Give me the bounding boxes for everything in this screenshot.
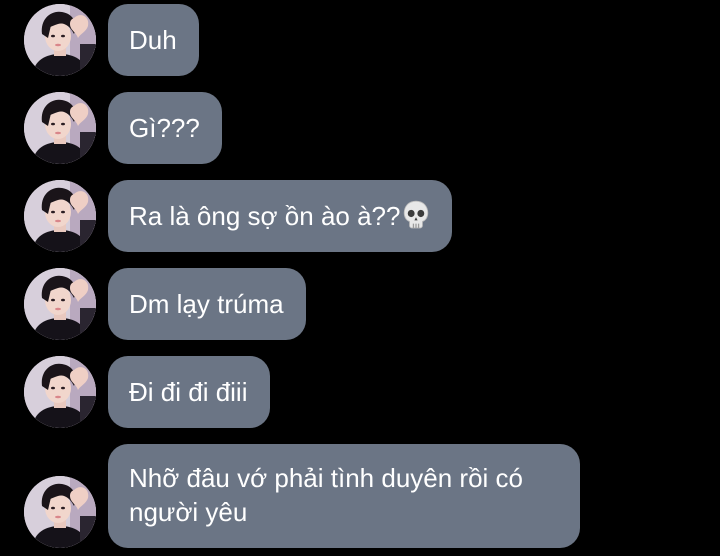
profile-photo-avatar[interactable] [24, 180, 96, 252]
message-bubble[interactable]: Ra là ông sợ ồn ào à?? [108, 180, 453, 252]
message-bubble[interactable]: Gì??? [108, 92, 222, 164]
message-text: Dm lạy trúma [129, 289, 284, 319]
message-bubble[interactable]: Nhỡ đâu vớ phải tình duyên rồi có người … [108, 444, 580, 548]
message-text: Gì??? [129, 113, 200, 143]
message-text: Ra là ông sợ ồn ào à?? [129, 201, 401, 231]
skull-emoji-icon [402, 199, 430, 237]
message-text-line: người yêu [129, 497, 248, 527]
chat-message-list: Duh Gì??? Ra là ông sợ ồn ào à?? Dm lạy … [0, 0, 720, 556]
profile-photo-avatar[interactable] [24, 356, 96, 428]
message-text-line: Nhỡ đâu vớ phải tình duyên rồi có [129, 463, 523, 493]
message-text: Đi đi đi điii [129, 377, 248, 407]
profile-photo-avatar[interactable] [24, 92, 96, 164]
message-text: Duh [129, 25, 177, 55]
profile-photo-avatar[interactable] [24, 476, 96, 548]
profile-photo-avatar[interactable] [24, 268, 96, 340]
message-bubble[interactable]: Đi đi đi điii [108, 356, 270, 428]
message-bubble[interactable]: Duh [108, 4, 199, 76]
message-bubble[interactable]: Dm lạy trúma [108, 268, 306, 340]
profile-photo-avatar[interactable] [24, 4, 96, 76]
